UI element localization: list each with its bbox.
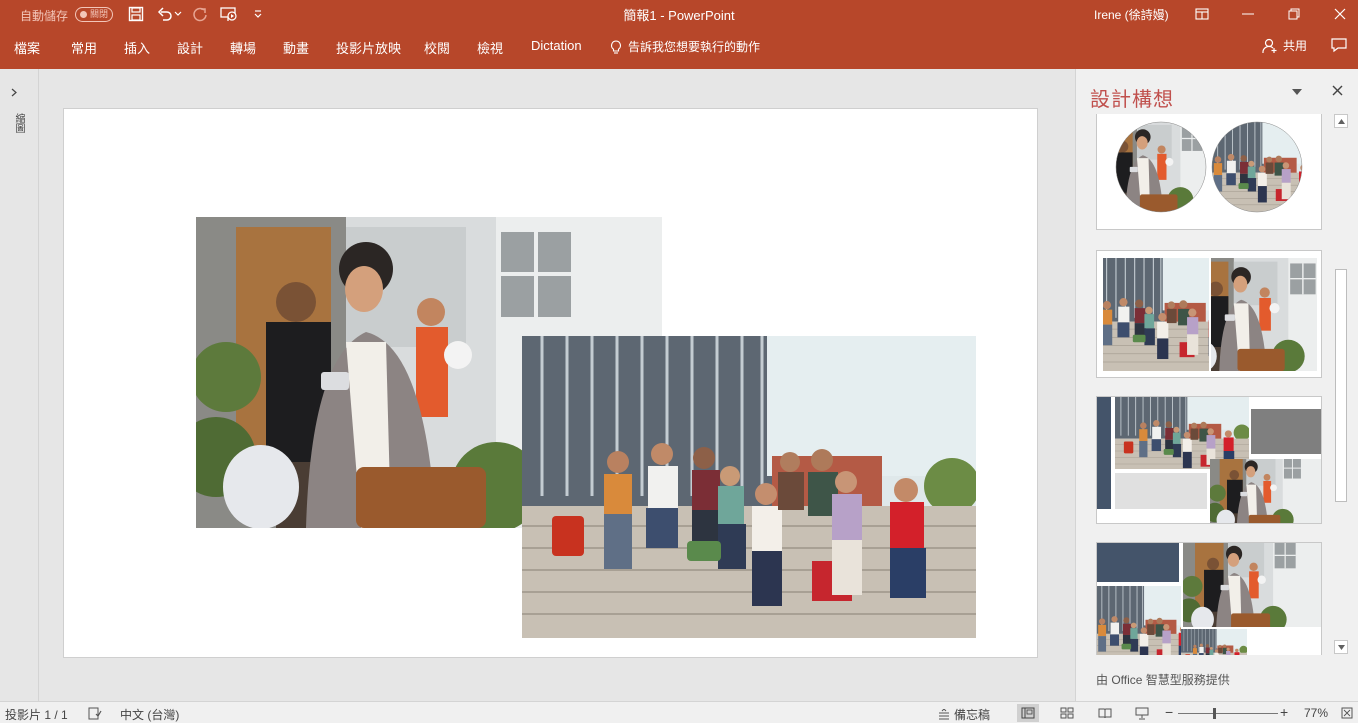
pane-scrollbar[interactable] <box>1334 114 1348 654</box>
tab-review[interactable]: 校閱 <box>424 38 450 57</box>
tab-design[interactable]: 設計 <box>177 38 203 57</box>
minimize-icon[interactable] <box>1225 0 1271 28</box>
customize-toolbar-icon[interactable] <box>248 4 268 24</box>
tab-insert[interactable]: 插入 <box>124 38 150 57</box>
expand-thumbnails-icon[interactable] <box>11 86 17 100</box>
lightbulb-icon <box>611 39 621 54</box>
reading-view-icon[interactable] <box>1094 704 1116 722</box>
design-ideas-pane: 設計構想 由 Office 智慧型服務提供 <box>1075 69 1358 701</box>
slide-show-icon[interactable] <box>1131 704 1153 722</box>
user-name[interactable]: Irene (徐詩嫚) <box>1094 6 1169 23</box>
title-bar: 自動儲存 關閉 簡報1 - PowerPoint Irene (徐詩嫚) <box>0 0 1358 28</box>
ribbon-tabs: 檔案 常用 插入 設計 轉場 動畫 投影片放映 校閱 檢視 Dictation … <box>0 28 1358 69</box>
photo-students-on-stairs[interactable] <box>522 336 976 638</box>
pane-footer: 由 Office 智慧型服務提供 <box>1096 673 1230 687</box>
scroll-down-icon[interactable] <box>1334 640 1348 654</box>
design-idea-3[interactable] <box>1096 396 1322 524</box>
zoom-slider[interactable] <box>1178 713 1278 714</box>
tab-transitions[interactable]: 轉場 <box>230 38 256 57</box>
tab-dictation[interactable]: Dictation <box>531 38 582 53</box>
ribbon-display-options-icon[interactable] <box>1179 0 1225 28</box>
share-label: 共用 <box>1283 39 1308 53</box>
comments-icon[interactable] <box>1330 37 1348 56</box>
tell-me-text: 告訴我您想要執行的動作 <box>628 40 761 54</box>
share-button[interactable]: 共用 <box>1262 37 1307 54</box>
zoom-slider-thumb[interactable] <box>1213 708 1216 719</box>
status-bar: 投影片 1 / 1 中文 (台灣) 備忘稿 − + 77% <box>0 701 1358 723</box>
thumbnails-label[interactable]: 縮圖 <box>10 113 24 133</box>
design-ideas-list <box>1096 114 1322 655</box>
zoom-level[interactable]: 77% <box>1304 706 1328 720</box>
design-idea-1[interactable] <box>1096 114 1322 230</box>
fit-to-window-icon[interactable] <box>1338 704 1356 722</box>
autosave-state: 關閉 <box>89 9 108 19</box>
restore-icon[interactable] <box>1271 0 1317 28</box>
tab-slide-show[interactable]: 投影片放映 <box>336 38 401 57</box>
redo-icon[interactable] <box>190 4 210 24</box>
tab-animations[interactable]: 動畫 <box>283 38 309 57</box>
pane-close-icon[interactable] <box>1332 83 1343 101</box>
slide-sorter-icon[interactable] <box>1056 704 1078 722</box>
zoom-in-icon[interactable]: + <box>1280 704 1288 720</box>
close-window-icon[interactable] <box>1317 0 1358 28</box>
language-indicator[interactable]: 中文 (台灣) <box>120 706 179 723</box>
tab-home[interactable]: 常用 <box>71 38 97 57</box>
present-from-start-icon[interactable] <box>219 4 239 24</box>
accessibility-icon[interactable] <box>84 704 106 722</box>
scroll-thumb[interactable] <box>1335 269 1347 502</box>
normal-view-icon[interactable] <box>1017 704 1039 722</box>
undo-dropdown-icon[interactable] <box>172 4 184 24</box>
slide-counter: 投影片 1 / 1 <box>5 708 68 722</box>
save-icon[interactable] <box>126 4 146 24</box>
tab-file[interactable]: 檔案 <box>14 38 40 57</box>
notes-icon <box>939 709 949 720</box>
tab-view[interactable]: 檢視 <box>477 38 503 57</box>
autosave-label: 自動儲存 <box>20 9 69 23</box>
notes-label: 備忘稿 <box>954 708 991 722</box>
slide-canvas[interactable] <box>63 108 1038 658</box>
document-title-text: 簡報1 - PowerPoint <box>623 8 735 23</box>
autosave-toggle[interactable]: 關閉 <box>75 7 113 22</box>
pane-title: 設計構想 <box>1090 89 1174 111</box>
thumbnail-rail: 縮圖 <box>0 69 39 701</box>
scroll-up-icon[interactable] <box>1334 114 1348 128</box>
notes-button[interactable]: 備忘稿 <box>938 706 990 723</box>
toggle-dot <box>80 11 87 18</box>
pane-options-icon[interactable] <box>1292 87 1302 98</box>
zoom-out-icon[interactable]: − <box>1165 704 1173 720</box>
design-idea-4[interactable] <box>1096 542 1322 655</box>
tell-me-search[interactable]: 告訴我您想要執行的動作 <box>610 38 760 55</box>
design-idea-2[interactable] <box>1096 250 1322 378</box>
person-icon <box>1262 38 1277 53</box>
